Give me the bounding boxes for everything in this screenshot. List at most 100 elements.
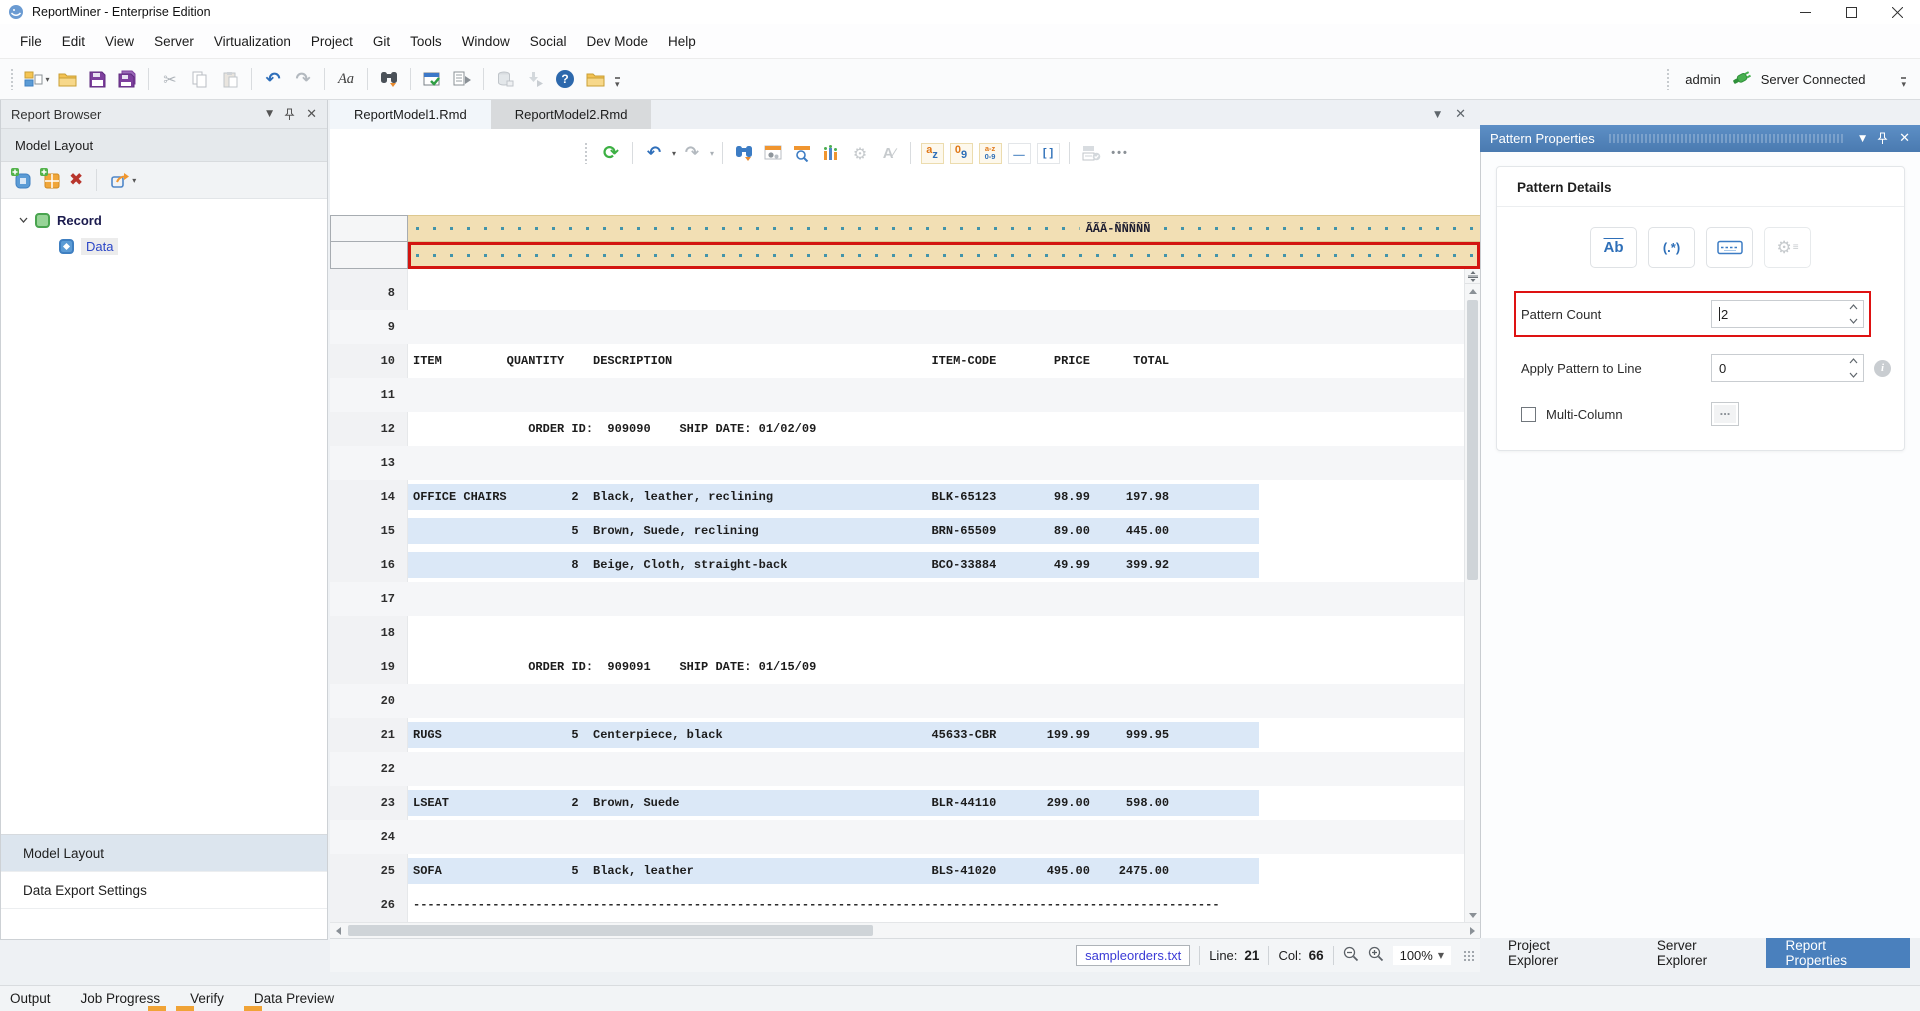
document-line[interactable]: 8: [330, 276, 1464, 310]
undo-dropdown-icon[interactable]: ▾: [672, 149, 676, 158]
open-project-folder-icon[interactable]: [581, 65, 609, 93]
tree-item-record[interactable]: Record: [1, 207, 327, 233]
menu-project[interactable]: Project: [301, 27, 363, 56]
tab-output[interactable]: Output: [10, 991, 51, 1006]
preview-data-icon[interactable]: [789, 140, 815, 166]
pattern-strip-1[interactable]: ÃÃÃ-ÑÑÑÑÑ: [408, 215, 1480, 242]
font-icon[interactable]: Aa: [332, 65, 360, 93]
tab-job-progress[interactable]: Job Progress: [81, 991, 161, 1006]
help-icon[interactable]: ?: [551, 65, 579, 93]
more-options-icon[interactable]: •••: [1107, 140, 1133, 166]
scroll-up-icon[interactable]: [1465, 284, 1480, 298]
resize-grip[interactable]: [1462, 949, 1475, 962]
verify-report-icon-disabled[interactable]: [1078, 140, 1104, 166]
auto-create-model-icon[interactable]: [760, 140, 786, 166]
toolbar-drag-grip[interactable]: [584, 142, 589, 164]
close-panel-icon[interactable]: ✕: [1899, 131, 1910, 146]
zoom-out-icon[interactable]: [1343, 946, 1359, 965]
undo-icon[interactable]: ↶: [259, 65, 287, 93]
scroll-right-icon[interactable]: [1464, 923, 1480, 939]
maximize-button[interactable]: [1828, 0, 1874, 24]
add-data-region-icon[interactable]: [11, 168, 32, 192]
tab-reportmodel1[interactable]: ReportModel1.Rmd: [330, 100, 491, 129]
document-line[interactable]: 21 RUGS 5 Centerpiece, black 45633-CBR 1…: [330, 718, 1464, 752]
close-button[interactable]: [1874, 0, 1920, 24]
document-line[interactable]: 24: [330, 820, 1464, 854]
document-line[interactable]: 15 5 Brown, Suede, reclining BRN-65509 8…: [330, 514, 1464, 548]
spin-up-icon[interactable]: [1849, 304, 1858, 310]
document-line[interactable]: 19 ORDER ID: 909091 SHIP DATE: 01/15/09: [330, 650, 1464, 684]
settings-pattern-button-disabled[interactable]: ⚙≡: [1764, 227, 1811, 268]
data-node-label[interactable]: Data: [81, 238, 118, 255]
pin-icon[interactable]: [284, 108, 295, 121]
pattern-ruler-row-1[interactable]: ÃÃÃ-ÑÑÑÑÑ: [330, 215, 1480, 242]
find-icon[interactable]: [375, 65, 403, 93]
document-line[interactable]: 25 SOFA 5 Black, leather BLS-41020 495.0…: [330, 854, 1464, 888]
menu-social[interactable]: Social: [520, 27, 577, 56]
tree-item-data[interactable]: Data: [1, 233, 327, 259]
tab-report-properties[interactable]: Report Properties: [1766, 938, 1911, 968]
redo-dropdown-icon[interactable]: ▾: [710, 149, 714, 158]
database-export-icon-disabled[interactable]: [491, 65, 519, 93]
cut-icon[interactable]: ✂: [156, 65, 184, 93]
document-line[interactable]: 20: [330, 684, 1464, 718]
letters-pattern-icon[interactable]: az: [919, 140, 945, 166]
menu-help[interactable]: Help: [658, 27, 706, 56]
document-line[interactable]: 16 8 Beige, Cloth, straight-back BCO-338…: [330, 548, 1464, 582]
undo-icon[interactable]: ↶: [641, 140, 667, 166]
redo-icon[interactable]: ↷: [289, 65, 317, 93]
redo-icon[interactable]: ↷: [679, 140, 705, 166]
scroll-left-icon[interactable]: [330, 923, 346, 939]
vertical-scroll-track[interactable]: [1465, 298, 1480, 908]
document-line[interactable]: 23 LSEAT 2 Brown, Suede BLR-44110 299.00…: [330, 786, 1464, 820]
zoom-in-icon[interactable]: [1368, 946, 1384, 965]
split-view-handle-icon[interactable]: [1465, 269, 1480, 284]
nav-model-layout[interactable]: Model Layout: [1, 835, 327, 872]
menu-tools[interactable]: Tools: [400, 27, 452, 56]
apply-pattern-input[interactable]: 0: [1711, 354, 1864, 382]
tab-list-icon[interactable]: ▼: [1434, 110, 1441, 120]
toolbar-drag-grip[interactable]: [1666, 68, 1671, 90]
horizontal-scroll-track[interactable]: [346, 923, 1464, 938]
document-line[interactable]: 11: [330, 378, 1464, 412]
menu-file[interactable]: File: [10, 27, 52, 56]
alphanumeric-pattern-icon[interactable]: a-z0-9: [977, 140, 1003, 166]
source-file-link[interactable]: sampleorders.txt: [1076, 945, 1190, 966]
document-line[interactable]: 13: [330, 446, 1464, 480]
font-style-icon-disabled[interactable]: A∕: [876, 140, 902, 166]
document-line[interactable]: 9: [330, 310, 1464, 344]
tab-server-explorer[interactable]: Server Explorer: [1641, 938, 1766, 968]
tab-project-explorer[interactable]: Project Explorer: [1492, 938, 1619, 968]
scroll-down-icon[interactable]: [1465, 908, 1480, 922]
menu-server[interactable]: Server: [144, 27, 204, 56]
document-line[interactable]: 14 OFFICE CHAIRS 2 Black, leather, recli…: [330, 480, 1464, 514]
text-pattern-button[interactable]: Ab: [1590, 227, 1637, 268]
tab-verify[interactable]: Verify: [190, 991, 224, 1006]
close-panel-icon[interactable]: ✕: [306, 107, 317, 122]
spin-up-icon[interactable]: [1849, 358, 1858, 364]
save-all-icon[interactable]: [113, 65, 141, 93]
document-line[interactable]: 17: [330, 582, 1464, 616]
document-line[interactable]: 12 ORDER ID: 909090 SHIP DATE: 01/02/09: [330, 412, 1464, 446]
panel-menu-icon[interactable]: ▼: [266, 109, 273, 119]
refresh-icon[interactable]: ⟳: [598, 140, 624, 166]
pin-icon[interactable]: [1877, 132, 1888, 145]
analyze-chart-icon[interactable]: [818, 140, 844, 166]
pattern-strip-2-selected[interactable]: [408, 242, 1480, 269]
delete-icon[interactable]: ✖: [69, 170, 83, 190]
record-node-label[interactable]: Record: [57, 213, 102, 228]
nav-data-export-settings[interactable]: Data Export Settings: [1, 872, 327, 909]
chevron-down-icon[interactable]: [19, 217, 28, 223]
auto-generate-icon-disabled[interactable]: ⚙: [847, 140, 873, 166]
vertical-scrollbar[interactable]: [1464, 269, 1480, 922]
tab-close-icon[interactable]: ✕: [1455, 107, 1466, 122]
whitespace-pattern-icon[interactable]: ＿: [1006, 140, 1032, 166]
horizontal-scroll-thumb[interactable]: [348, 925, 873, 936]
save-icon[interactable]: [83, 65, 111, 93]
open-folder-icon[interactable]: [53, 65, 81, 93]
pattern-ruler-row-2[interactable]: [330, 242, 1480, 269]
document-line[interactable]: 26 -------------------------------------…: [330, 888, 1464, 922]
spin-down-icon[interactable]: [1849, 318, 1858, 324]
numbers-pattern-icon[interactable]: 09: [948, 140, 974, 166]
menu-virtualization[interactable]: Virtualization: [204, 27, 301, 56]
